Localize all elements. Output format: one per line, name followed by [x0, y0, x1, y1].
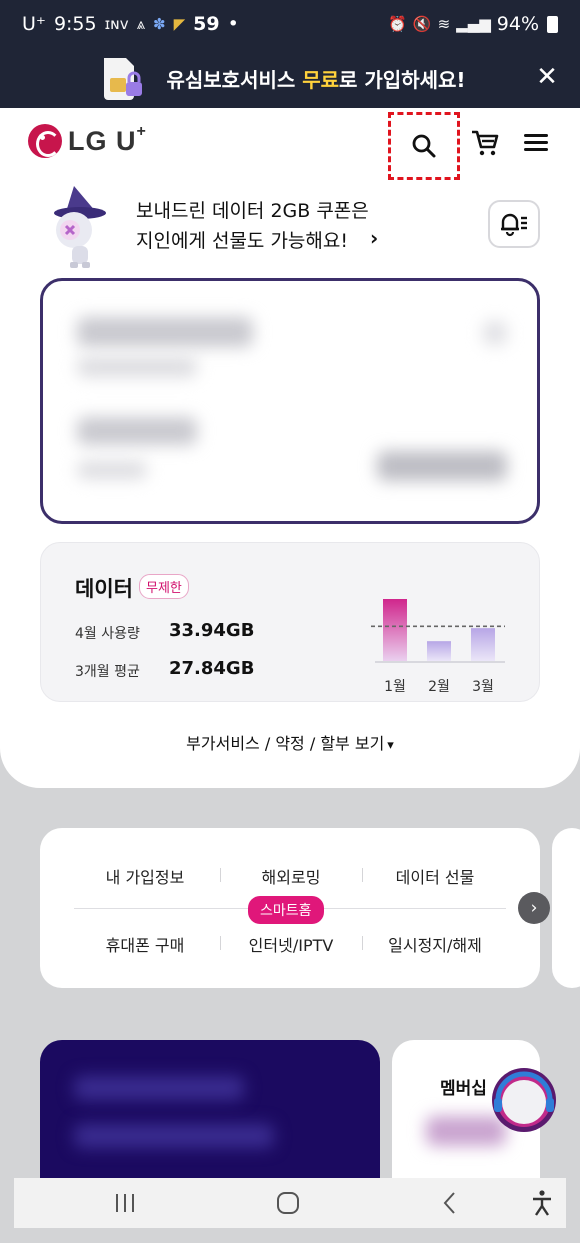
- month-label: 3월: [472, 679, 494, 695]
- logo-text-plus: +: [136, 122, 147, 140]
- data-row-value: 27.84GB: [169, 658, 255, 679]
- chevron-down-icon: ▾: [387, 738, 394, 753]
- app-surface: LG U+ 보내드린 데이터 2GB 쿠폰은 지인에게 선물도 가능해요! › …: [0, 108, 580, 788]
- quick-menu-item[interactable]: 해외로밍: [216, 864, 366, 888]
- data-row-value: 33.94GB: [169, 620, 255, 641]
- blurred-content: [77, 357, 197, 377]
- app-icon: ✽: [153, 15, 166, 33]
- account-summary-card[interactable]: [40, 278, 540, 524]
- notification-count: 59: [193, 13, 220, 35]
- data-row-label: 3개월 평균: [75, 664, 140, 680]
- chatbot-icon[interactable]: [484, 1062, 560, 1138]
- search-icon: [412, 134, 436, 158]
- data-usage-card[interactable]: 데이터 무제한 4월 사용량 33.94GB 3개월 평균 27.84GB 1월…: [40, 542, 540, 702]
- usage-bar: [471, 628, 495, 661]
- menu-line: [524, 134, 548, 137]
- alarm-icon: ⏰: [388, 15, 407, 33]
- wifi-icon: ≋: [437, 15, 451, 33]
- hamburger-menu-button[interactable]: [524, 130, 552, 156]
- inv-icon: ɪɴᴠ: [104, 15, 129, 33]
- usage-bar: [383, 599, 407, 661]
- lg-logo-icon: [28, 124, 62, 158]
- logo-text-main: LG U: [68, 125, 137, 156]
- home-icon: [277, 1192, 299, 1214]
- chevron-right-icon[interactable]: ›: [518, 892, 550, 924]
- coupon-line-1: 보내드린 데이터 2GB 쿠폰은: [136, 200, 369, 222]
- data-title: 데이터: [75, 577, 133, 601]
- promo-text: 유심보호서비스 무료로 가입하세요!: [166, 64, 465, 93]
- coupon-line-2: 지인에게 선물도 가능해요!: [136, 230, 348, 252]
- membership-title: 멤버십: [440, 1079, 487, 1099]
- blurred-content: [77, 417, 197, 445]
- battery-label: 94%: [496, 13, 539, 35]
- battery-icon: [547, 15, 558, 33]
- promo-text-highlight: 무료: [302, 67, 340, 92]
- recent-apps-button[interactable]: [112, 1190, 138, 1216]
- addon-service-link[interactable]: 부가서비스 / 약정 / 할부 보기 ▾: [0, 730, 580, 754]
- blurred-content: [377, 451, 507, 481]
- month-label: 1월: [384, 679, 406, 695]
- cart-icon[interactable]: [470, 128, 500, 158]
- carrier-label: U⁺: [22, 13, 46, 35]
- coupon-banner[interactable]: 보내드린 데이터 2GB 쿠폰은 지인에게 선물도 가능해요! ›: [40, 184, 540, 274]
- promo-card[interactable]: [40, 1040, 380, 1190]
- time-label: 9:55: [53, 13, 97, 35]
- android-nav-bar: [14, 1178, 566, 1228]
- accessibility-button[interactable]: [530, 1190, 554, 1216]
- smart-home-badge: 스마트홈: [248, 896, 324, 924]
- chevron-right-icon: ›: [370, 226, 379, 250]
- quick-menu-item[interactable]: 인터넷/IPTV: [216, 932, 366, 956]
- menu-line: [524, 141, 548, 144]
- sim-lock-icon: [104, 58, 142, 100]
- blurred-content: [77, 317, 253, 347]
- promo-text-before: 유심보호서비스: [166, 67, 303, 92]
- next-card-peek: [552, 828, 580, 988]
- back-icon: [443, 1192, 455, 1214]
- promo-text-after: 로 가입하세요!: [339, 67, 466, 92]
- addon-link-text: 부가서비스 / 약정 / 할부 보기: [186, 734, 385, 753]
- quick-menu-item[interactable]: 데이터 선물: [360, 864, 510, 888]
- usage-bar: [427, 641, 451, 661]
- signal-alt-icon: ⩓: [136, 15, 146, 33]
- data-usage-mini-chart: 1월 2월 3월: [371, 599, 505, 695]
- blurred-content: [483, 321, 507, 345]
- accessibility-icon: [533, 1190, 551, 1216]
- home-button[interactable]: [274, 1190, 302, 1216]
- close-icon[interactable]: ✕: [534, 64, 560, 90]
- app-icon-2: ◤: [173, 15, 186, 33]
- promo-banner[interactable]: 유심보호서비스 무료로 가입하세요! ✕: [0, 48, 580, 108]
- status-bar: U⁺ 9:55 ɪɴᴠ ⩓ ✽ ◤ 59 • ⏰ 🔇 ≋ ▂▄▆ 94%: [0, 0, 580, 48]
- signal-icon: ▂▄▆: [456, 15, 491, 33]
- bell-list-icon: [501, 213, 527, 237]
- search-button[interactable]: [388, 112, 460, 180]
- quick-menu-item[interactable]: 휴대폰 구매: [70, 932, 220, 956]
- lgu-logo[interactable]: LG U+: [28, 122, 147, 158]
- recent-apps-icon: [116, 1194, 134, 1212]
- status-right: ⏰ 🔇 ≋ ▂▄▆ 94%: [388, 13, 558, 35]
- data-row-label: 4월 사용량: [75, 626, 140, 642]
- back-button[interactable]: [440, 1190, 460, 1216]
- quick-menu-card: 내 가입정보 해외로밍 데이터 선물 스마트홈 휴대폰 구매 인터넷/IPTV …: [40, 828, 540, 988]
- logo-text: LG U+: [68, 122, 147, 157]
- unlimited-badge: 무제한: [139, 574, 189, 599]
- status-left: U⁺ 9:55 ɪɴᴠ ⩓ ✽ ◤ 59 •: [22, 13, 239, 35]
- blurred-content: [77, 461, 147, 479]
- quick-menu-item[interactable]: 내 가입정보: [70, 864, 220, 888]
- month-label: 2월: [428, 679, 450, 695]
- quick-menu-item[interactable]: 일시정지/해제: [360, 932, 510, 956]
- menu-line: [524, 148, 548, 151]
- mascot-wizard-icon: [54, 186, 106, 268]
- mute-icon: 🔇: [412, 15, 432, 33]
- status-dot: •: [227, 13, 239, 35]
- notification-button[interactable]: [488, 200, 540, 248]
- blurred-content: [74, 1076, 244, 1100]
- blurred-content: [74, 1124, 274, 1148]
- header: LG U+: [0, 108, 580, 180]
- coupon-text: 보내드린 데이터 2GB 쿠폰은 지인에게 선물도 가능해요!: [136, 196, 369, 256]
